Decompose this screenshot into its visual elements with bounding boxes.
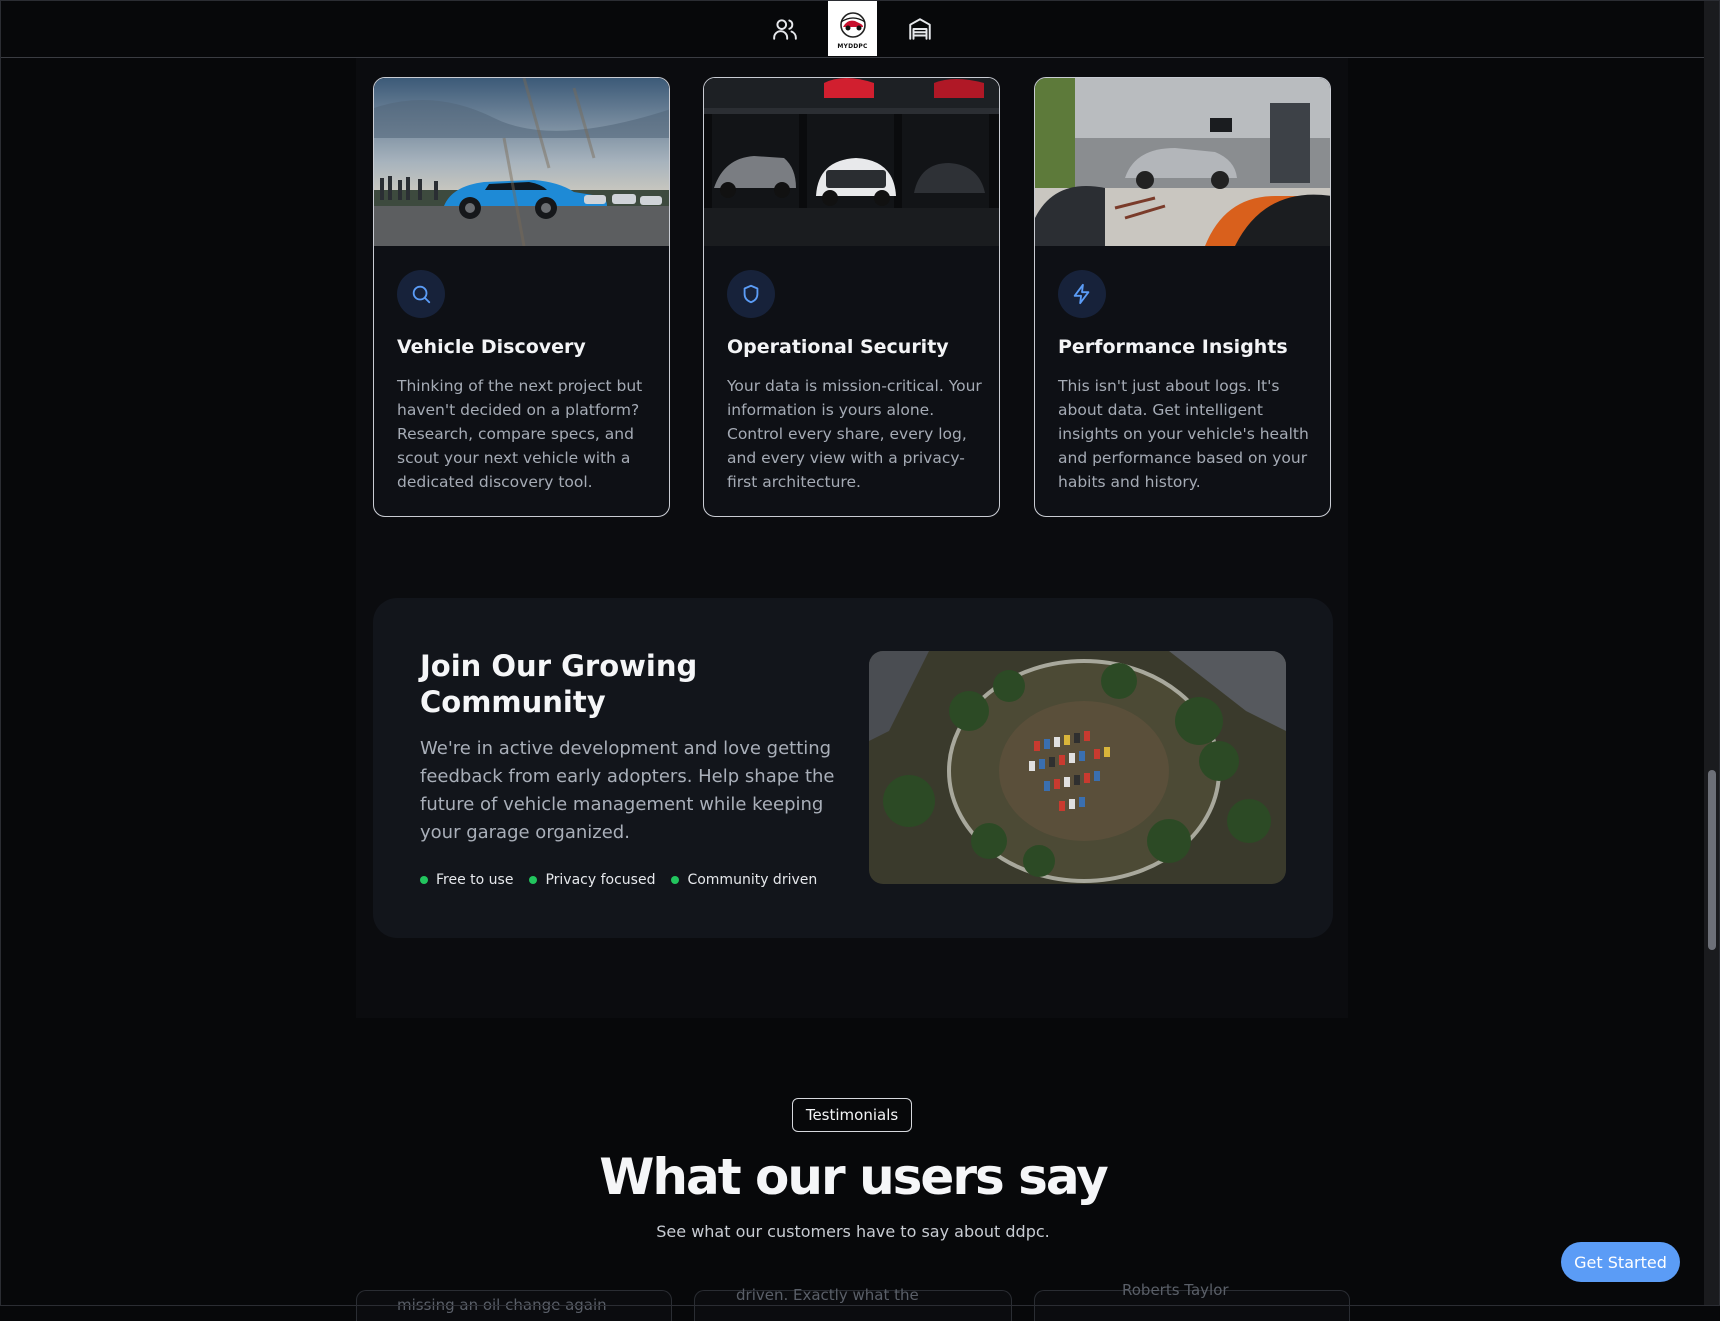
tag-free: Free to use xyxy=(420,872,513,888)
testimonials-subtitle: See what our customers have to say about… xyxy=(656,1222,1050,1241)
community-title: Join Our Growing Community xyxy=(420,649,698,719)
card-description: Thinking of the next project but haven't… xyxy=(397,377,643,491)
card-title: Operational Security xyxy=(727,336,949,358)
status-dot xyxy=(420,876,428,884)
testimonial-peek-text: driven. Exactly what the xyxy=(736,1286,919,1304)
top-nav: MYDDPC xyxy=(0,0,1704,58)
testimonial-peek-author: Roberts Taylor xyxy=(1122,1281,1229,1299)
community-section: Join Our Growing Community We're in acti… xyxy=(373,598,1333,938)
testimonials-badge: Testimonials xyxy=(792,1098,912,1132)
users-icon[interactable] xyxy=(768,12,802,46)
logo[interactable]: MYDDPC xyxy=(828,1,877,56)
card-image-home-garage xyxy=(1035,78,1330,246)
status-dot xyxy=(529,876,538,884)
testimonial-peek-text: missing an oil change again xyxy=(397,1296,607,1314)
card-description: Your data is mission-critical. Your info… xyxy=(727,377,982,491)
feature-card-vehicle-discovery[interactable]: Vehicle Discovery Thinking of the next p… xyxy=(373,77,670,517)
card-image-blue-sports-car xyxy=(374,78,669,247)
card-title: Vehicle Discovery xyxy=(397,336,586,358)
community-aerial-image xyxy=(869,651,1286,884)
card-image-parking-garage xyxy=(704,78,999,246)
scrollbar-track[interactable] xyxy=(1704,0,1720,1306)
shield-icon xyxy=(727,270,775,318)
testimonials-title: What our users say xyxy=(599,1148,1108,1206)
card-title: Performance Insights xyxy=(1058,336,1288,358)
community-description: We're in active development and love get… xyxy=(420,738,835,843)
logo-text: MYDDPC xyxy=(837,42,868,50)
feature-card-performance-insights[interactable]: Performance Insights This isn't just abo… xyxy=(1034,77,1331,517)
community-tags: Free to use Privacy focused Community dr… xyxy=(420,872,817,888)
scrollbar-thumb[interactable] xyxy=(1708,770,1716,950)
garage-icon[interactable] xyxy=(903,12,937,46)
search-icon xyxy=(397,270,445,318)
feature-card-operational-security[interactable]: Operational Security Your data is missio… xyxy=(703,77,1000,517)
lightning-icon xyxy=(1058,270,1106,318)
tag-community: Community driven xyxy=(671,872,817,888)
tag-privacy: Privacy focused xyxy=(529,872,655,888)
get-started-button[interactable]: Get Started xyxy=(1561,1242,1680,1282)
status-dot xyxy=(671,876,680,884)
card-description: This isn't just about logs. It's about d… xyxy=(1058,377,1309,491)
